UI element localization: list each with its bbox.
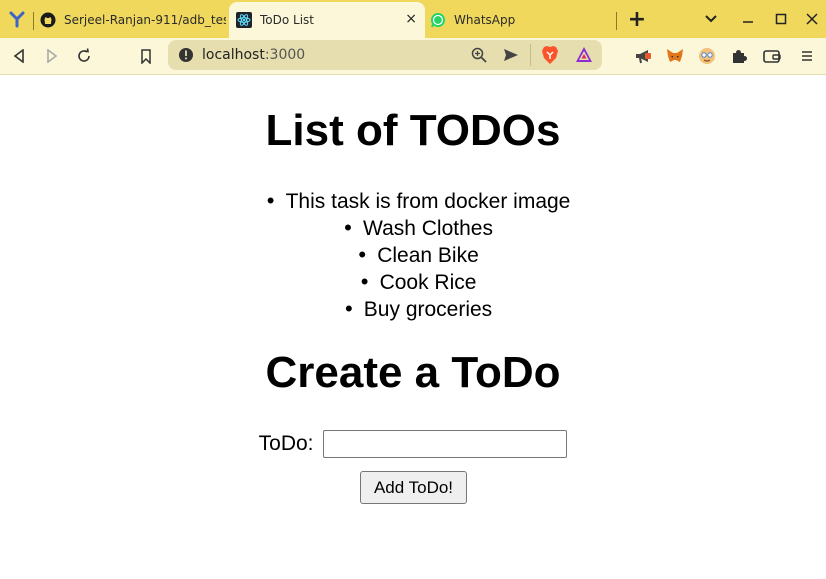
site-info-icon[interactable]: [178, 47, 194, 67]
tab-separator: [616, 12, 617, 30]
tab-todo-list[interactable]: ToDo List ×: [229, 2, 425, 38]
close-tab-icon[interactable]: ×: [405, 11, 417, 27]
tab-whatsapp[interactable]: WhatsApp: [430, 4, 610, 36]
page-content: List of TODOs This task is from docker i…: [0, 75, 826, 579]
new-tab-button[interactable]: +: [627, 7, 647, 32]
bookmark-icon[interactable]: [136, 46, 156, 66]
maximize-icon[interactable]: [771, 9, 791, 29]
add-todo-button[interactable]: Add ToDo!: [360, 471, 467, 504]
wallet-icon[interactable]: [762, 46, 782, 66]
react-icon: [236, 12, 252, 28]
tab-separator: [33, 12, 34, 30]
tab-github[interactable]: Serjeel-Ranjan-911/adb_test: [40, 4, 226, 36]
todo-item: Cook Rice: [0, 269, 826, 296]
address-bar-divider: [530, 44, 531, 66]
url-text[interactable]: localhost:3000: [202, 47, 305, 63]
megaphone-icon[interactable]: [633, 46, 653, 66]
todo-list-heading: List of TODOs: [265, 106, 561, 155]
address-bar[interactable]: localhost:3000: [168, 40, 602, 70]
close-window-icon[interactable]: [802, 9, 822, 29]
todo-input[interactable]: [323, 430, 568, 458]
share-send-icon[interactable]: [503, 47, 519, 67]
todo-list: This task is from docker image Wash Clot…: [0, 188, 826, 323]
brave-rewards-icon[interactable]: [575, 46, 593, 68]
zoom-icon[interactable]: [471, 47, 487, 67]
tab-label: Serjeel-Ranjan-911/adb_test: [64, 13, 226, 27]
forward-icon[interactable]: [42, 46, 62, 66]
tab-list-chevron-icon[interactable]: [701, 9, 721, 29]
back-icon[interactable]: [9, 46, 29, 66]
todo-item: Wash Clothes: [0, 215, 826, 242]
url-host: localhost: [202, 47, 265, 63]
whatsapp-icon: [430, 12, 446, 28]
metamask-fox-icon[interactable]: [665, 46, 685, 66]
todo-item: This task is from docker image: [0, 188, 826, 215]
browser-menu-icon[interactable]: [8, 10, 26, 28]
tab-label: WhatsApp: [454, 13, 516, 27]
tab-strip: Serjeel-Ranjan-911/adb_test ToDo List × …: [0, 0, 826, 38]
brave-shields-icon[interactable]: [541, 45, 559, 69]
create-todo-heading: Create a ToDo: [265, 348, 561, 397]
extension-face-icon[interactable]: [697, 46, 717, 66]
browser-toolbar: localhost:3000: [0, 38, 826, 75]
todo-item: Buy groceries: [0, 296, 826, 323]
url-port: :3000: [264, 47, 306, 63]
reload-icon[interactable]: [74, 46, 94, 66]
todo-label: ToDo:: [258, 432, 314, 455]
github-icon: [40, 12, 56, 28]
minimize-icon[interactable]: [738, 9, 758, 29]
extensions-puzzle-icon[interactable]: [729, 46, 749, 66]
menu-hamburger-icon[interactable]: [797, 46, 817, 66]
tab-label: ToDo List: [260, 13, 315, 27]
todo-form: ToDo:: [0, 430, 826, 458]
todo-item: Clean Bike: [0, 242, 826, 269]
